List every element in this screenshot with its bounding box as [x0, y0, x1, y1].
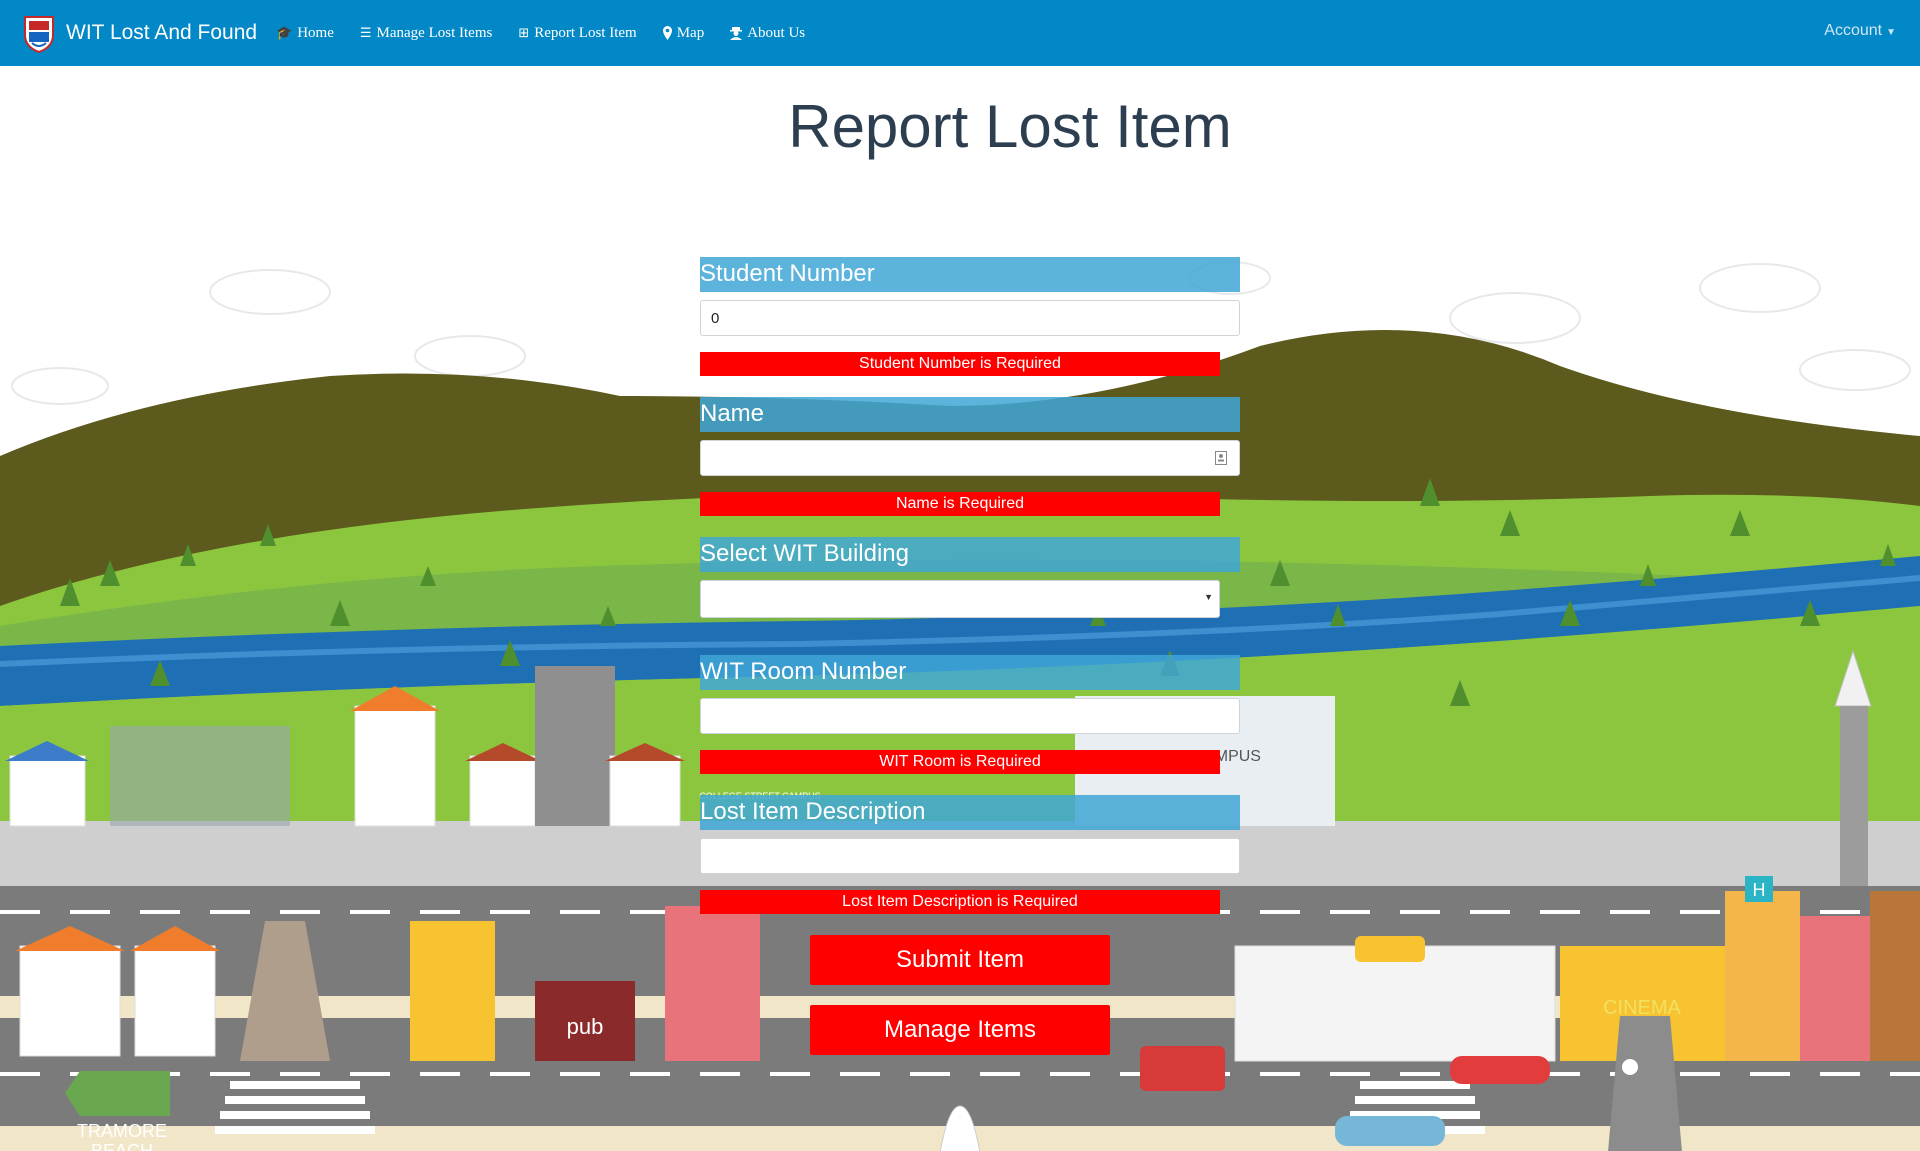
svg-text:H: H: [1753, 880, 1766, 900]
nav-home-label: Home: [297, 24, 334, 41]
building-label: Select WIT Building: [700, 537, 1240, 572]
plus-square-icon: ⊞: [518, 25, 530, 41]
room-error: WIT Room is Required: [700, 750, 1220, 774]
nav-report-lost-item[interactable]: ⊞ Report Lost Item: [518, 25, 636, 42]
room-input[interactable]: [700, 698, 1240, 734]
name-label: Name: [700, 397, 1240, 432]
list-icon: ☰: [359, 25, 372, 41]
nav-home[interactable]: 🎓 Home: [276, 25, 334, 42]
nav-about-label: About Us: [747, 24, 806, 41]
building-select[interactable]: ▼: [700, 580, 1220, 618]
student-number-input[interactable]: [700, 300, 1240, 336]
nav-report-label: Report Lost Item: [534, 24, 637, 41]
contact-card-icon: [1215, 451, 1227, 465]
student-number-error: Student Number is Required: [700, 352, 1220, 376]
description-input[interactable]: [700, 838, 1240, 874]
nav-map[interactable]: Map: [662, 24, 705, 42]
page-title: Report Lost Item: [788, 93, 1232, 160]
description-label: Lost Item Description: [700, 795, 1240, 830]
graduation-cap-icon: 🎓: [276, 25, 293, 41]
submit-item-button[interactable]: Submit Item: [810, 935, 1110, 985]
svg-text:BEACH: BEACH: [91, 1141, 153, 1151]
nav-menu: 🎓 Home ☰ Manage Lost Items ⊞ Report Lost…: [276, 0, 831, 66]
name-input[interactable]: [700, 440, 1240, 476]
wit-crest-icon: [24, 16, 54, 53]
nav-about-us[interactable]: About Us: [730, 25, 805, 42]
map-marker-icon: [662, 26, 672, 40]
description-error: Lost Item Description is Required: [700, 890, 1220, 914]
account-dropdown[interactable]: Account ▼: [1824, 22, 1896, 40]
select-arrow-icon: ▼: [1204, 592, 1213, 602]
brand-title: WIT Lost And Found: [66, 21, 258, 44]
room-label: WIT Room Number: [700, 655, 1240, 690]
account-label: Account: [1824, 22, 1883, 39]
svg-text:pub: pub: [567, 1014, 604, 1039]
nav-map-label: Map: [676, 24, 705, 41]
nav-manage-lost-items[interactable]: ☰ Manage Lost Items: [360, 25, 492, 42]
nav-manage-label: Manage Lost Items: [376, 24, 493, 41]
manage-items-button[interactable]: Manage Items: [810, 1005, 1110, 1055]
user-secret-icon: [730, 27, 743, 40]
svg-text:CINEMA: CINEMA: [1603, 997, 1681, 1019]
caret-down-icon: ▼: [1886, 27, 1896, 38]
brand-link[interactable]: WIT Lost And Found: [22, 12, 257, 54]
top-navbar: WIT Lost And Found 🎓 Home ☰ Manage Lost …: [0, 0, 1920, 66]
svg-text:TRAMORE: TRAMORE: [77, 1121, 167, 1141]
student-number-label: Student Number: [700, 257, 1240, 292]
name-error: Name is Required: [700, 492, 1220, 516]
